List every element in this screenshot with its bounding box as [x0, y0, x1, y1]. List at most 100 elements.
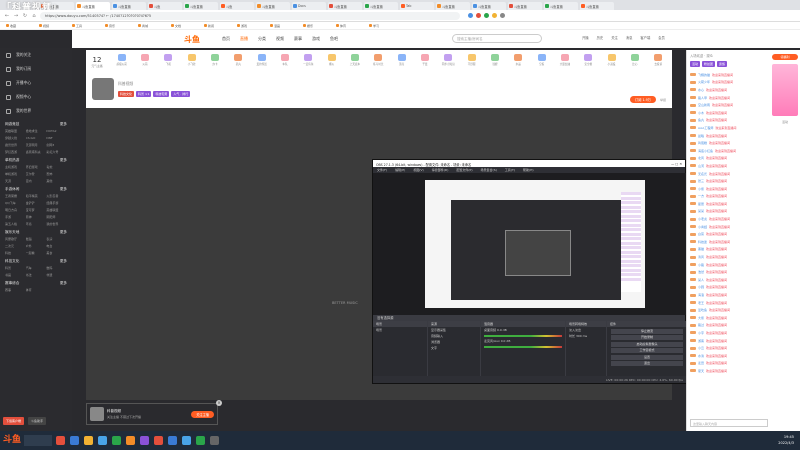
chat-nick[interactable]: 小云 — [698, 346, 704, 350]
bookmark-item[interactable]: 漫画 — [270, 24, 300, 28]
start-button[interactable]: 斗鱼 — [0, 431, 24, 450]
gift-item[interactable]: 上天底车 — [347, 54, 362, 66]
sidebar-section-more[interactable]: 更多 — [60, 281, 67, 286]
home-icon[interactable]: ⌂ — [31, 13, 37, 19]
chat-nick[interactable]: 游客 — [698, 339, 704, 343]
browser-tab[interactable]: 斗鱼直播 — [508, 2, 542, 10]
gift-item[interactable]: 去投诉 — [651, 54, 666, 66]
bookmark-item[interactable]: 娱乐 — [303, 24, 333, 28]
sidebar-category-link[interactable]: QQ飞车 — [5, 201, 26, 205]
gift-item[interactable]: 空投 — [534, 54, 549, 66]
gift-item[interactable]: 干渡 — [417, 54, 432, 66]
sidebar-section-more[interactable]: 更多 — [60, 122, 67, 127]
chat-nick[interactable]: 鸡蛋糕 — [698, 141, 707, 145]
bookmark-item[interactable]: 文档 — [171, 24, 201, 28]
site-nav-link[interactable]: 首页 — [222, 36, 230, 42]
chat-nick[interactable]: 张三 — [698, 179, 704, 183]
sidebar-category-link[interactable]: 数码 — [46, 266, 67, 270]
sidebar-category-link[interactable]: 美食 — [46, 251, 67, 255]
gift-item[interactable]: 锦鲤 — [487, 54, 502, 66]
obs-dock-row[interactable]: 桌面音频 0.0 dB — [481, 327, 565, 333]
chat-nick[interactable]: 空山新雨 — [698, 103, 710, 107]
sidebar-category-link[interactable]: 绝地求生 — [26, 129, 47, 133]
chat-nick[interactable]: 白菜 — [698, 232, 704, 236]
ad-button[interactable]: 领福利 — [772, 54, 798, 60]
sidebar-category-link[interactable]: 单机游戏 — [5, 172, 26, 176]
sidebar-section-more[interactable]: 更多 — [60, 187, 67, 192]
sidebar-section-more[interactable]: 更多 — [60, 259, 67, 264]
top-nav-icon[interactable]: 会员 — [658, 35, 665, 40]
obs-dock-row[interactable]: 时长 300 ms — [566, 333, 606, 339]
avatar[interactable] — [92, 78, 114, 100]
taskbar-app-icon[interactable] — [56, 436, 65, 445]
top-nav-icon[interactable]: 消息 — [626, 35, 633, 40]
room-tag[interactable]: 科普 ×1 — [136, 91, 152, 97]
bookmark-item[interactable]: 游戏 — [237, 24, 267, 28]
top-nav-icon[interactable]: 客户端 — [640, 35, 650, 40]
obs-menu-item[interactable]: 停靠部件(D) — [432, 168, 449, 172]
obs-menu-item[interactable]: 场景集合(S) — [481, 168, 497, 172]
gift-item[interactable]: 大量加油 — [557, 54, 572, 66]
obs-menu-item[interactable]: 工具(T) — [505, 168, 515, 172]
taskbar-app-icon[interactable] — [140, 436, 149, 445]
obs-menu-item[interactable]: 帮助(H) — [523, 168, 534, 172]
sidebar-category-link[interactable]: 金铲铲 — [26, 201, 47, 205]
chat-nick[interactable]: 北风 — [698, 156, 704, 160]
sidebar-category-link[interactable]: 经典手游 — [46, 201, 67, 205]
gift-item[interactable]: 漂亮 — [394, 54, 409, 66]
profile-icon[interactable] — [500, 13, 505, 18]
chat-nick[interactable]: 海浪 — [698, 293, 704, 297]
back-icon[interactable]: ← — [4, 13, 10, 19]
sidebar-category-link[interactable]: 宝可梦 — [26, 208, 47, 212]
chat-nick[interactable]: 小木 — [698, 111, 704, 115]
room-tag[interactable]: 人气 · 排行 — [171, 91, 191, 97]
sidebar-category-link[interactable]: 魔兽世界 — [5, 143, 26, 147]
follow-button[interactable]: 关注主播 — [191, 410, 214, 418]
obs-menu-item[interactable]: 文件(F) — [377, 168, 387, 172]
sidebar-category-link[interactable]: 室内 — [26, 179, 47, 183]
chat-nick[interactable]: 晨曦 — [698, 134, 704, 138]
sidebar-category-link[interactable]: 舞蹈 — [26, 237, 47, 241]
top-nav-icon[interactable]: 关注 — [611, 35, 618, 40]
chat-nick[interactable]: 麦田 — [698, 361, 704, 365]
sidebar-category-link[interactable]: 科技 — [5, 251, 26, 255]
gift-item[interactable]: 爆火 — [324, 54, 339, 66]
gift-item[interactable]: 练习时长 — [371, 54, 386, 66]
sidebar-section-more[interactable]: 更多 — [60, 158, 67, 163]
browser-tab[interactable]: 斗鱼 — [220, 2, 254, 10]
sidebar-category-link[interactable]: 第五人格 — [5, 222, 26, 226]
browser-tab[interactable]: 斗鱼直播 — [472, 2, 506, 10]
chat-input[interactable]: 这里输入聊天内容 — [690, 419, 768, 427]
room-tag[interactable]: 科技宅男 — [153, 91, 170, 97]
extension-icon[interactable] — [476, 13, 481, 18]
gift-item[interactable]: 同步小知识 — [441, 54, 456, 66]
bookmark-item[interactable]: 新闻 — [204, 24, 234, 28]
gift-item[interactable]: 爱的传送 — [254, 54, 269, 66]
site-nav-link[interactable]: 视频 — [276, 36, 284, 42]
chat-nick[interactable]: 小路 — [698, 263, 704, 267]
sidebar-category-link[interactable]: 体育 — [26, 288, 47, 292]
browser-tab[interactable]: 斗鱼直播 — [364, 2, 398, 10]
sidebar-category-link[interactable]: 怀旧游戏 — [26, 165, 47, 169]
sidebar-category-link[interactable]: 阴阳师 — [46, 215, 67, 219]
gift-item[interactable]: 药丸 — [231, 54, 246, 66]
browser-tab[interactable]: 斗鱼直播 — [580, 2, 614, 10]
browser-tab[interactable]: 斗鱼 — [148, 2, 182, 10]
taskbar-app-icon[interactable] — [126, 436, 135, 445]
chat-nick[interactable]: 路人甲 — [698, 96, 707, 100]
sidebar-item[interactable]: 我的订阅 — [0, 62, 72, 76]
bookmark-item[interactable]: 视频 — [39, 24, 69, 28]
reload-icon[interactable]: ↻ — [22, 13, 28, 19]
taskbar-search[interactable] — [24, 435, 52, 446]
chat-nick[interactable]: 一方 — [698, 194, 704, 198]
taskbar-app-icon[interactable] — [196, 436, 205, 445]
chat-nick[interactable]: 无名氏 — [698, 172, 707, 176]
close-icon[interactable]: × — [216, 400, 222, 406]
obs-control-button[interactable]: 启动虚拟摄像头 — [611, 341, 683, 347]
sidebar-category-link[interactable]: 我的世界 — [46, 222, 67, 226]
chat-nick[interactable]: 飞翔的猫 — [698, 73, 710, 77]
site-nav-link[interactable]: 鱼吧 — [330, 36, 338, 42]
top-nav-icon[interactable]: 开播 — [582, 35, 589, 40]
sidebar-category-link[interactable]: 非遗 — [46, 273, 67, 277]
bookmark-item[interactable]: 工具 — [72, 24, 102, 28]
